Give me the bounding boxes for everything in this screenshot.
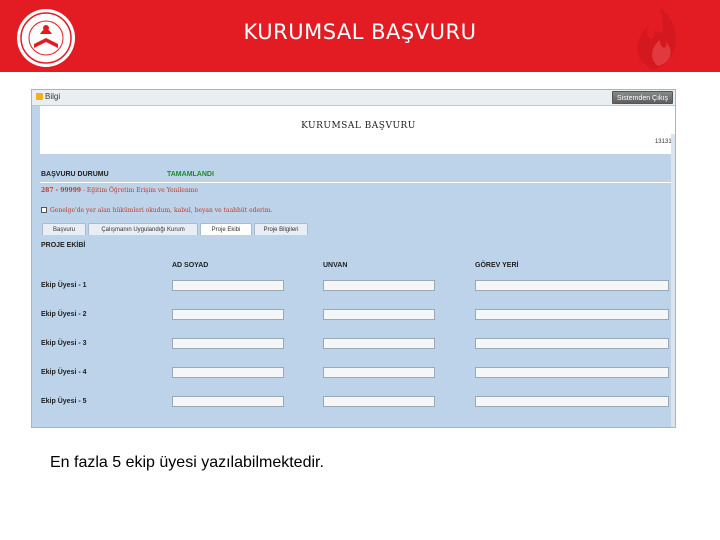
member-name-input[interactable] [172, 367, 284, 378]
scrollbar[interactable] [671, 134, 675, 427]
form-header: KURUMSAL BAŞVURU 131312 BAŞVURU DURUMU T… [40, 106, 675, 182]
status-value: TAMAMLANDI [167, 171, 214, 178]
flame-icon [637, 8, 676, 70]
tab-proje-ekibi[interactable]: Proje Ekibi [200, 223, 252, 235]
member-workplace-input[interactable] [475, 367, 669, 378]
checkbox-icon[interactable] [41, 207, 47, 213]
logout-button[interactable]: Sistemden Çıkış [612, 91, 673, 104]
circular-info: 287 - 99999 - Eğitim Öğretim Erişim ve Y… [40, 182, 675, 227]
info-link[interactable]: Bilgi [36, 92, 60, 101]
team-member-label: Ekip Üyesi - 4 [41, 369, 87, 376]
slide-title: KURUMSAL BAŞVURU [243, 20, 477, 44]
slide-caption: En fazla 5 ekip üyesi yazılabilmektedir. [50, 454, 324, 471]
application-window: Bilgi Sistemden Çıkış KURUMSAL BAŞVURU 1… [31, 89, 676, 428]
team-member-label: Ekip Üyesi - 2 [41, 311, 87, 318]
slide-header: KURUMSAL BAŞVURU [0, 0, 720, 72]
member-workplace-input[interactable] [475, 280, 669, 291]
team-heading: PROJE EKİBİ [41, 242, 86, 249]
member-title-input[interactable] [323, 338, 435, 349]
member-name-input[interactable] [172, 396, 284, 407]
member-name-input[interactable] [172, 338, 284, 349]
circular-description: - Eğitim Öğretim Erişim ve Yenilenme [81, 187, 199, 194]
tab-basvuru[interactable]: Başvuru [42, 223, 86, 235]
member-title-input[interactable] [323, 280, 435, 291]
app-topbar: Bilgi Sistemden Çıkış [32, 90, 675, 106]
member-name-input[interactable] [172, 280, 284, 291]
column-workplace: GÖREV YERİ [475, 262, 519, 269]
member-workplace-input[interactable] [475, 309, 669, 320]
status-band: BAŞVURU DURUMU TAMAMLANDI [40, 154, 675, 182]
member-workplace-input[interactable] [475, 338, 669, 349]
team-member-label: Ekip Üyesi - 3 [41, 340, 87, 347]
agreement-text: Genelge'de yer alan hükümleri okudum, ka… [50, 207, 273, 214]
column-title: UNVAN [323, 262, 348, 269]
status-label: BAŞVURU DURUMU [41, 171, 109, 178]
team-member-label: Ekip Üyesi - 5 [41, 398, 87, 405]
form-title: KURUMSAL BAŞVURU [301, 121, 416, 131]
tab-proje-bilgileri[interactable]: Proje Bilgileri [254, 223, 308, 235]
agreement-row: Genelge'de yer alan hükümleri okudum, ka… [41, 207, 272, 214]
member-title-input[interactable] [323, 309, 435, 320]
info-link-label: Bilgi [45, 92, 61, 101]
tab-kurum[interactable]: Çalışmanın Uygulandığı Kurum [88, 223, 198, 235]
column-name: AD SOYAD [172, 262, 209, 269]
circular-code: 287 - 99999 [41, 187, 82, 194]
team-member-label: Ekip Üyesi - 1 [41, 282, 87, 289]
member-title-input[interactable] [323, 396, 435, 407]
member-title-input[interactable] [323, 367, 435, 378]
info-icon [36, 93, 43, 100]
circular-text[interactable]: 287 - 99999 - Eğitim Öğretim Erişim ve Y… [41, 187, 198, 194]
member-name-input[interactable] [172, 309, 284, 320]
member-workplace-input[interactable] [475, 396, 669, 407]
